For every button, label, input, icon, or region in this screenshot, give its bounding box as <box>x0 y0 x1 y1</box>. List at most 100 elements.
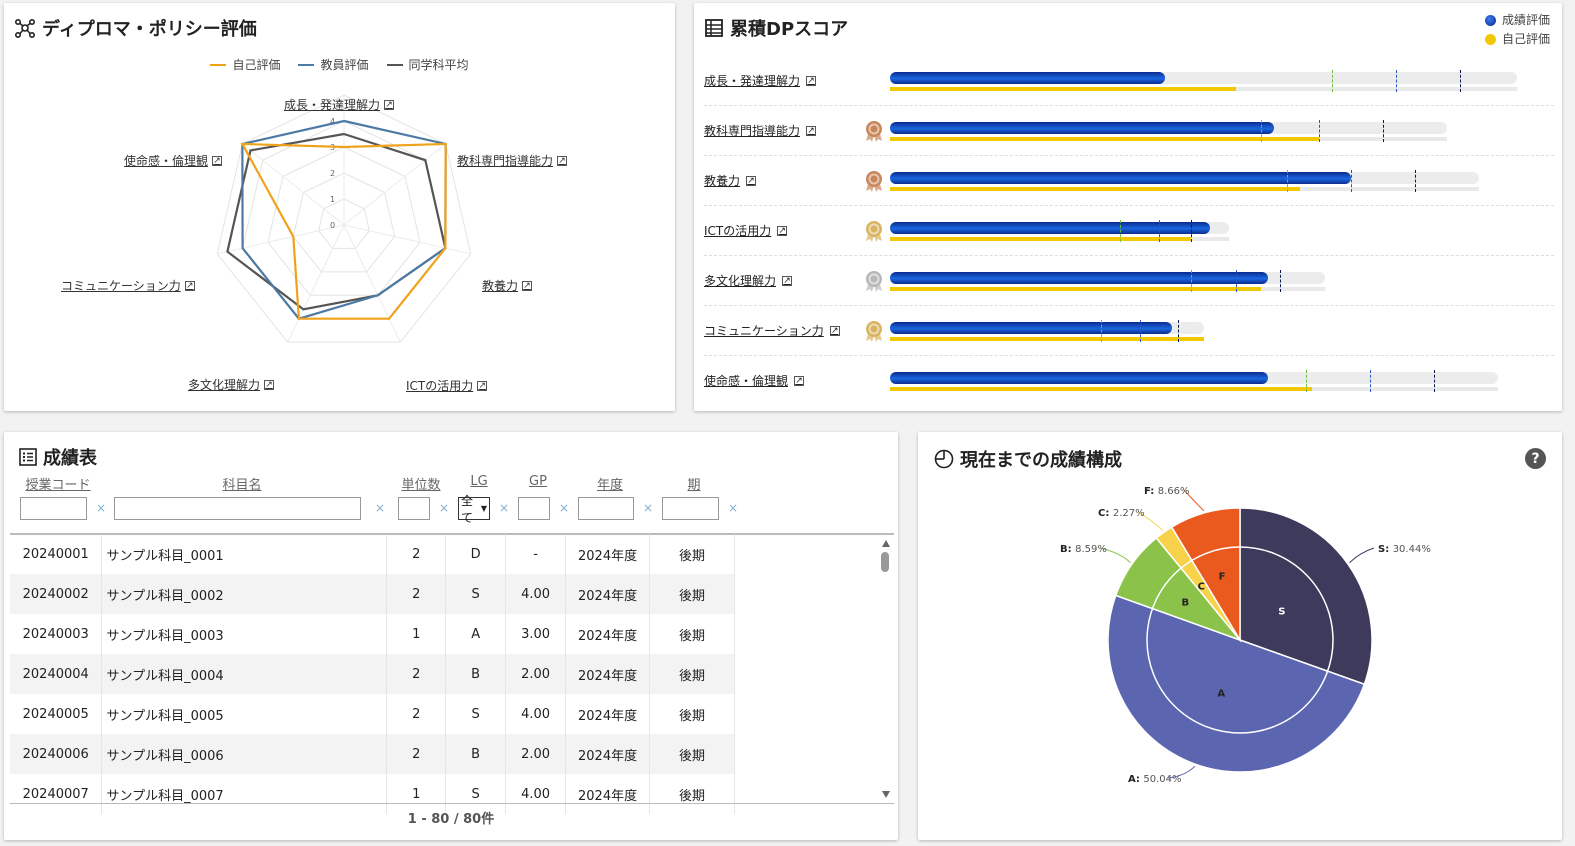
filter-term-input[interactable] <box>662 497 719 520</box>
table-scrollbar[interactable] <box>880 536 892 802</box>
dp-row-link[interactable]: 教科専門指導能力 ↗ <box>704 122 817 139</box>
table-cell: 4.00 <box>505 574 567 614</box>
table-bottom-divider <box>10 803 894 804</box>
filter-gp-input[interactable] <box>518 497 550 520</box>
clear-subject-name-icon[interactable]: × <box>375 501 385 515</box>
dp-threshold-mark <box>1287 170 1288 192</box>
radar-axis-link-1[interactable]: 成長・発達理解力 ↗ <box>284 96 395 113</box>
radar-axis-link-5[interactable]: 多文化理解力 ↗ <box>188 376 275 393</box>
dp-card-title: 累積DPスコア <box>704 15 848 41</box>
table-row[interactable]: 20240005 サンプル科目_0005 2 S 4.00 2024年度 後期 <box>10 694 735 734</box>
dp-threshold-mark <box>1370 370 1371 392</box>
scroll-up-icon[interactable] <box>882 540 890 547</box>
dp-legend-self-label: 自己評価 <box>1501 32 1550 46</box>
filter-lg-select[interactable]: 全て ▼ <box>458 494 490 525</box>
dp-grade-fill <box>890 322 1172 334</box>
table-cell: B <box>445 654 507 694</box>
radar-axis-link-3[interactable]: 教養力 ↗ <box>482 277 533 294</box>
dp-threshold-mark <box>1159 220 1160 242</box>
clear-year-icon[interactable]: × <box>643 501 653 515</box>
table-row[interactable]: 20240001 サンプル科目_0001 2 D -2024年度 後期 <box>10 534 735 574</box>
table-cell: 2 <box>386 574 447 614</box>
dp-row-link[interactable]: コミュニケーション力 ↗ <box>704 322 840 339</box>
radar-axis-label: 教養力 <box>482 279 519 293</box>
dp-legend-self[interactable]: 自己評価 <box>1484 30 1550 49</box>
external-link-icon: ↗ <box>522 280 533 291</box>
dp-grade-fill <box>890 272 1268 284</box>
table-cell: 20240004 <box>10 654 103 694</box>
dp-row: ICTの活用力 ↗ <box>704 206 1554 256</box>
dp-row-link[interactable]: 多文化理解力 ↗ <box>704 272 793 289</box>
table-row[interactable]: 20240003 サンプル科目_0003 1 A 3.00 2024年度 後期 <box>10 614 735 654</box>
scroll-down-icon[interactable] <box>882 791 890 798</box>
dp-self-fill <box>890 137 1319 141</box>
header-gp[interactable]: GP <box>522 474 554 489</box>
table-row[interactable]: 20240002 サンプル科目_0002 2 S 4.00 2024年度 後期 <box>10 574 735 614</box>
dp-row-link[interactable]: 使命感・倫理観 ↗ <box>704 372 805 389</box>
external-link-icon: ↗ <box>264 379 275 390</box>
header-term[interactable]: 期 <box>666 474 722 493</box>
external-link-icon: ↗ <box>746 175 757 186</box>
table-row[interactable]: 20240004 サンプル科目_0004 2 B 2.00 2024年度 後期 <box>10 654 735 694</box>
clear-credits-icon[interactable]: × <box>439 501 449 515</box>
dp-legend: 成績評価 自己評価 <box>1484 11 1550 49</box>
dp-row-link[interactable]: 教養力 ↗ <box>704 172 757 189</box>
table-cell: サンプル科目_0001 <box>101 534 388 574</box>
pie-inner-label: B <box>1181 597 1189 608</box>
table-cell: 20240002 <box>10 574 103 614</box>
dp-legend-grade-label: 成績評価 <box>1501 13 1550 27</box>
radar-tick-label: 1 <box>330 195 335 204</box>
clear-course-code-icon[interactable]: × <box>96 501 106 515</box>
clear-term-icon[interactable]: × <box>728 501 738 515</box>
table-cell: 2 <box>386 734 447 774</box>
dp-threshold-mark <box>1178 320 1179 342</box>
pie-leader-line <box>1349 547 1375 564</box>
dp-grade-track <box>890 172 1479 184</box>
table-cell: 20240005 <box>10 694 103 734</box>
header-year[interactable]: 年度 <box>582 474 638 493</box>
scroll-thumb[interactable] <box>881 552 889 572</box>
header-lg[interactable]: LG <box>463 474 495 489</box>
table-cell: 20240006 <box>10 734 103 774</box>
dp-grade-fill <box>890 72 1165 84</box>
pie-outer-label: S: 30.44% <box>1378 544 1431 555</box>
radar-axis-link-4[interactable]: ICTの活用力 ↗ <box>406 377 488 394</box>
radar-axis-link-7[interactable]: 使命感・倫理観 ↗ <box>124 152 223 169</box>
dp-grade-track <box>890 122 1447 134</box>
dp-threshold-mark <box>1101 320 1102 342</box>
dp-self-fill <box>890 87 1236 91</box>
dp-row-name: ICTの活用力 <box>704 224 772 238</box>
header-credits[interactable]: 単位数 <box>399 474 443 493</box>
clear-lg-icon[interactable]: × <box>499 501 509 515</box>
external-link-icon: ↗ <box>806 125 817 136</box>
pie-outer-label: A: 50.04% <box>1128 774 1182 785</box>
dp-threshold-mark <box>1434 370 1435 392</box>
cumulative-dp-score-card: 累積DPスコア 成績評価 自己評価 成長・発達理解力 ↗ 教科専門指導能力 ↗ 教養力 ↗… <box>694 3 1562 411</box>
table-cell: D <box>445 534 507 574</box>
external-link-icon: ↗ <box>184 280 195 291</box>
table-card-title: 成績表 <box>19 444 97 470</box>
header-course-code[interactable]: 授業コード <box>23 474 93 493</box>
filter-subject-name-input[interactable] <box>114 497 361 520</box>
radar-axis-label: 教科専門指導能力 <box>457 154 554 168</box>
pie-outer-label: B: 8.59% <box>1060 544 1107 555</box>
table-cell: S <box>445 694 507 734</box>
table-cell: 2024年度 <box>565 734 651 774</box>
dp-row-link[interactable]: ICTの活用力 ↗ <box>704 222 788 239</box>
filter-course-code-input[interactable] <box>20 497 87 520</box>
dp-legend-grade[interactable]: 成績評価 <box>1484 11 1550 30</box>
dp-row: 教養力 ↗ <box>704 156 1554 206</box>
dp-row-name: 教科専門指導能力 <box>704 124 801 138</box>
filter-credits-input[interactable] <box>398 497 430 520</box>
dp-threshold-mark <box>1140 320 1141 342</box>
header-subject-name[interactable]: 科目名 <box>119 474 365 493</box>
dp-threshold-mark <box>1261 120 1262 142</box>
radar-axis-link-6[interactable]: コミュニケーション力 ↗ <box>61 277 195 294</box>
external-link-icon: ↗ <box>829 325 840 336</box>
radar-axis-link-2[interactable]: 教科専門指導能力 ↗ <box>457 152 568 169</box>
table-row[interactable]: 20240006 サンプル科目_0006 2 B 2.00 2024年度 後期 <box>10 734 735 774</box>
table-cell: 2024年度 <box>565 534 651 574</box>
dp-row-link[interactable]: 成長・発達理解力 ↗ <box>704 72 817 89</box>
filter-year-input[interactable] <box>578 497 634 520</box>
clear-gp-icon[interactable]: × <box>559 501 569 515</box>
